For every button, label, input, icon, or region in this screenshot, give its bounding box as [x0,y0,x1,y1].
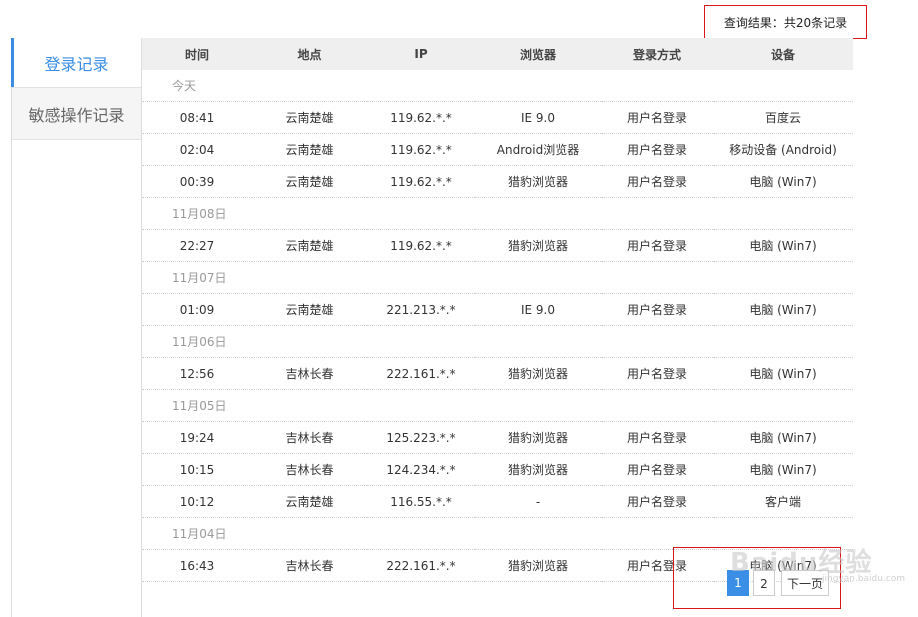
table-row: 02:04 云南楚雄 119.62.*.* Android浏览器 用户名登录 移动设备 (… [142,133,853,166]
cell-device: 电脑 (Win7) [713,421,853,454]
cell-login-method: 用户名登录 [601,101,713,134]
column-header-time: 时间 [142,38,252,70]
cell-device: 客户端 [713,485,853,518]
column-header-ip: IP [367,38,475,70]
cell-login-method: 用户名登录 [601,453,713,486]
cell-time: 01:09 [142,293,252,326]
sidebar-item-label: 敏感操作记录 [28,105,125,125]
cell-browser: 猎豹浏览器 [475,357,601,390]
table-row: 10:12 云南楚雄 116.55.*.* - 用户名登录 客户端 [142,485,853,518]
sidebar: 登录记录 敏感操作记录 [11,38,142,617]
cell-ip: 125.223.*.* [367,421,475,454]
cell-ip: 221.213.*.* [367,293,475,326]
table-row: 08:41 云南楚雄 119.62.*.* IE 9.0 用户名登录 百度云 [142,101,853,134]
cell-device: 电脑 (Win7) [713,453,853,486]
date-group-row: 11月04日 [142,517,853,550]
date-group-row: 11月07日 [142,261,853,294]
cell-device: 电脑 (Win7) [713,229,853,262]
cell-location: 云南楚雄 [252,165,367,198]
cell-browser: 猎豹浏览器 [475,165,601,198]
cell-browser: 猎豹浏览器 [475,453,601,486]
cell-login-method: 用户名登录 [601,357,713,390]
date-group-label: 11月08日 [142,197,853,230]
cell-device: 电脑 (Win7) [713,357,853,390]
query-result-text: 查询结果：共20条记录 [723,15,848,30]
cell-ip: 119.62.*.* [367,133,475,166]
cell-time: 10:12 [142,485,252,518]
date-group-label: 11月07日 [142,261,853,294]
cell-ip: 124.234.*.* [367,453,475,486]
cell-location: 吉林长春 [252,549,367,582]
cell-location: 吉林长春 [252,357,367,390]
cell-login-method: 用户名登录 [601,421,713,454]
cell-time: 19:24 [142,421,252,454]
table-row: 12:56 吉林长春 222.161.*.* 猎豹浏览器 用户名登录 电脑 (Win7) [142,357,853,390]
cell-login-method: 用户名登录 [601,229,713,262]
cell-location: 云南楚雄 [252,293,367,326]
page-button-2[interactable]: 2 [753,570,775,596]
cell-browser: 猎豹浏览器 [475,229,601,262]
cell-time: 00:39 [142,165,252,198]
page-button-current[interactable]: 1 [727,570,749,596]
next-page-button[interactable]: 下一页 [781,570,829,596]
cell-browser: IE 9.0 [475,293,601,326]
cell-location: 云南楚雄 [252,485,367,518]
cell-location: 云南楚雄 [252,133,367,166]
login-records-table-container: 时间 地点 IP 浏览器 登录方式 设备 今天 08:41 云南楚雄 119.62.*… [142,38,853,582]
date-group-row: 11月08日 [142,197,853,230]
date-group-label: 11月05日 [142,389,853,422]
cell-ip: 119.62.*.* [367,101,475,134]
cell-time: 10:15 [142,453,252,486]
cell-ip: 119.62.*.* [367,165,475,198]
cell-location: 吉林长春 [252,421,367,454]
cell-time: 22:27 [142,229,252,262]
sidebar-item-label: 登录记录 [44,54,109,74]
column-header-browser: 浏览器 [475,38,601,70]
cell-location: 云南楚雄 [252,101,367,134]
table-row: 19:24 吉林长春 125.223.*.* 猎豹浏览器 用户名登录 电脑 (Win7) [142,421,853,454]
column-header-device: 设备 [713,38,853,70]
column-header-location: 地点 [252,38,367,70]
cell-ip: 116.55.*.* [367,485,475,518]
date-group-row: 今天 [142,70,853,102]
date-group-label: 11月04日 [142,517,853,550]
column-header-login-method: 登录方式 [601,38,713,70]
cell-device: 百度云 [713,101,853,134]
cell-ip: 119.62.*.* [367,229,475,262]
sidebar-item-login-records[interactable]: 登录记录 [11,38,141,88]
cell-time: 16:43 [142,549,252,582]
date-group-label: 11月06日 [142,325,853,358]
cell-ip: 222.161.*.* [367,549,475,582]
sidebar-item-sensitive-operations[interactable]: 敏感操作记录 [12,88,141,140]
login-records-table: 时间 地点 IP 浏览器 登录方式 设备 今天 08:41 云南楚雄 119.62.*… [142,38,853,582]
cell-time: 08:41 [142,101,252,134]
cell-browser: 猎豹浏览器 [475,549,601,582]
cell-time: 12:56 [142,357,252,390]
cell-location: 云南楚雄 [252,229,367,262]
date-group-label: 今天 [142,70,853,102]
table-row: 22:27 云南楚雄 119.62.*.* 猎豹浏览器 用户名登录 电脑 (Win7) [142,229,853,262]
cell-login-method: 用户名登录 [601,165,713,198]
cell-device: 电脑 (Win7) [713,165,853,198]
cell-browser: 猎豹浏览器 [475,421,601,454]
table-row: 01:09 云南楚雄 221.213.*.* IE 9.0 用户名登录 电脑 (Win7) [142,293,853,326]
cell-ip: 222.161.*.* [367,357,475,390]
date-group-row: 11月06日 [142,325,853,358]
cell-device: 移动设备 (Android) [713,133,853,166]
table-row: 10:15 吉林长春 124.234.*.* 猎豹浏览器 用户名登录 电脑 (Win7) [142,453,853,486]
cell-device: 电脑 (Win7) [713,293,853,326]
date-group-row: 11月05日 [142,389,853,422]
cell-location: 吉林长春 [252,453,367,486]
cell-login-method: 用户名登录 [601,485,713,518]
cell-login-method: 用户名登录 [601,133,713,166]
cell-browser: - [475,485,601,518]
cell-time: 02:04 [142,133,252,166]
table-header-row: 时间 地点 IP 浏览器 登录方式 设备 [142,38,853,70]
table-body: 今天 08:41 云南楚雄 119.62.*.* IE 9.0 用户名登录 百度云 02:04… [142,70,853,582]
cell-browser: Android浏览器 [475,133,601,166]
cell-browser: IE 9.0 [475,101,601,134]
cell-login-method: 用户名登录 [601,293,713,326]
query-result-summary: 查询结果：共20条记录 [704,5,867,39]
table-row: 00:39 云南楚雄 119.62.*.* 猎豹浏览器 用户名登录 电脑 (Win7) [142,165,853,198]
